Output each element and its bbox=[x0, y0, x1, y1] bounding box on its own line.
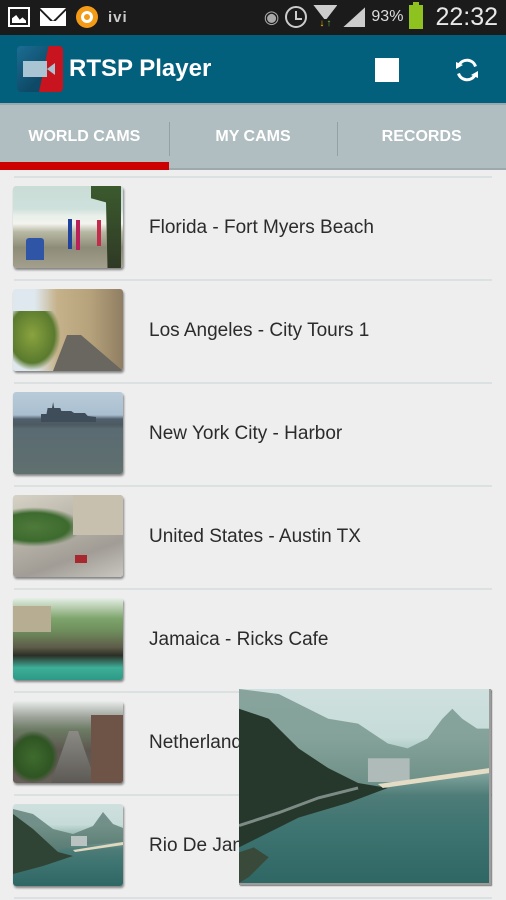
list-item[interactable]: United States - Austin TX bbox=[13, 487, 492, 590]
alarm-icon bbox=[285, 6, 308, 28]
cliff-lagoon-thumbnail bbox=[13, 598, 123, 680]
beach-thumbnail bbox=[13, 186, 123, 268]
cam-label: Florida - Fort Myers Beach bbox=[149, 217, 374, 238]
stop-button[interactable] bbox=[366, 49, 408, 91]
tab-bar: WORLD CAMS MY CAMS RECORDS bbox=[0, 103, 506, 170]
cam-label: United States - Austin TX bbox=[149, 526, 361, 547]
list-item[interactable]: Florida - Fort Myers Beach bbox=[13, 178, 492, 281]
cam-label: New York City - Harbor bbox=[149, 423, 343, 444]
battery-percent: 93% bbox=[371, 8, 404, 25]
tab-my-cams[interactable]: MY CAMS bbox=[168, 105, 338, 168]
wifi-icon: ↓ ↑ bbox=[313, 5, 338, 29]
status-bar: ivi ◉ ↓ ↑ 93% 22:32 bbox=[0, 0, 506, 35]
stop-icon bbox=[375, 58, 399, 82]
intersection-thumbnail bbox=[13, 495, 123, 577]
cam-label: Netherland bbox=[149, 732, 242, 753]
cam-label: Rio De Jan bbox=[149, 835, 243, 856]
action-bar: RTSP Player bbox=[0, 35, 506, 103]
clock: 22:32 bbox=[435, 2, 498, 31]
cam-label: Jamaica - Ricks Cafe bbox=[149, 629, 329, 650]
signal-icon bbox=[343, 7, 366, 27]
mail-icon bbox=[40, 8, 66, 26]
harbor-skyline-thumbnail bbox=[13, 392, 123, 474]
screen: ivi ◉ ↓ ↑ 93% 22:32 RTSP Player WORLD CA… bbox=[0, 0, 506, 900]
list-item[interactable]: Los Angeles - City Tours 1 bbox=[13, 281, 492, 384]
list-item[interactable]: Jamaica - Ricks Cafe bbox=[13, 590, 492, 693]
app-title: RTSP Player bbox=[69, 55, 212, 82]
refresh-button[interactable] bbox=[446, 49, 488, 91]
gallery-icon bbox=[8, 7, 30, 27]
floating-video-preview[interactable] bbox=[239, 689, 491, 885]
city-street-thumbnail bbox=[13, 289, 123, 371]
orange-app-icon bbox=[76, 6, 98, 28]
ivi-icon: ivi bbox=[108, 8, 128, 26]
coastline-thumbnail bbox=[13, 804, 123, 886]
video-camera-icon bbox=[17, 46, 63, 92]
coastline-video-frame bbox=[239, 689, 489, 883]
cam-label: Los Angeles - City Tours 1 bbox=[149, 320, 370, 341]
refresh-icon bbox=[456, 58, 478, 82]
battery-icon bbox=[409, 2, 424, 29]
tab-world-cams[interactable]: WORLD CAMS bbox=[0, 105, 169, 170]
tab-records[interactable]: RECORDS bbox=[337, 105, 506, 168]
list-item[interactable]: New York City - Harbor bbox=[13, 384, 492, 487]
eye-icon: ◉ bbox=[263, 6, 280, 27]
canal-thumbnail bbox=[13, 701, 123, 783]
